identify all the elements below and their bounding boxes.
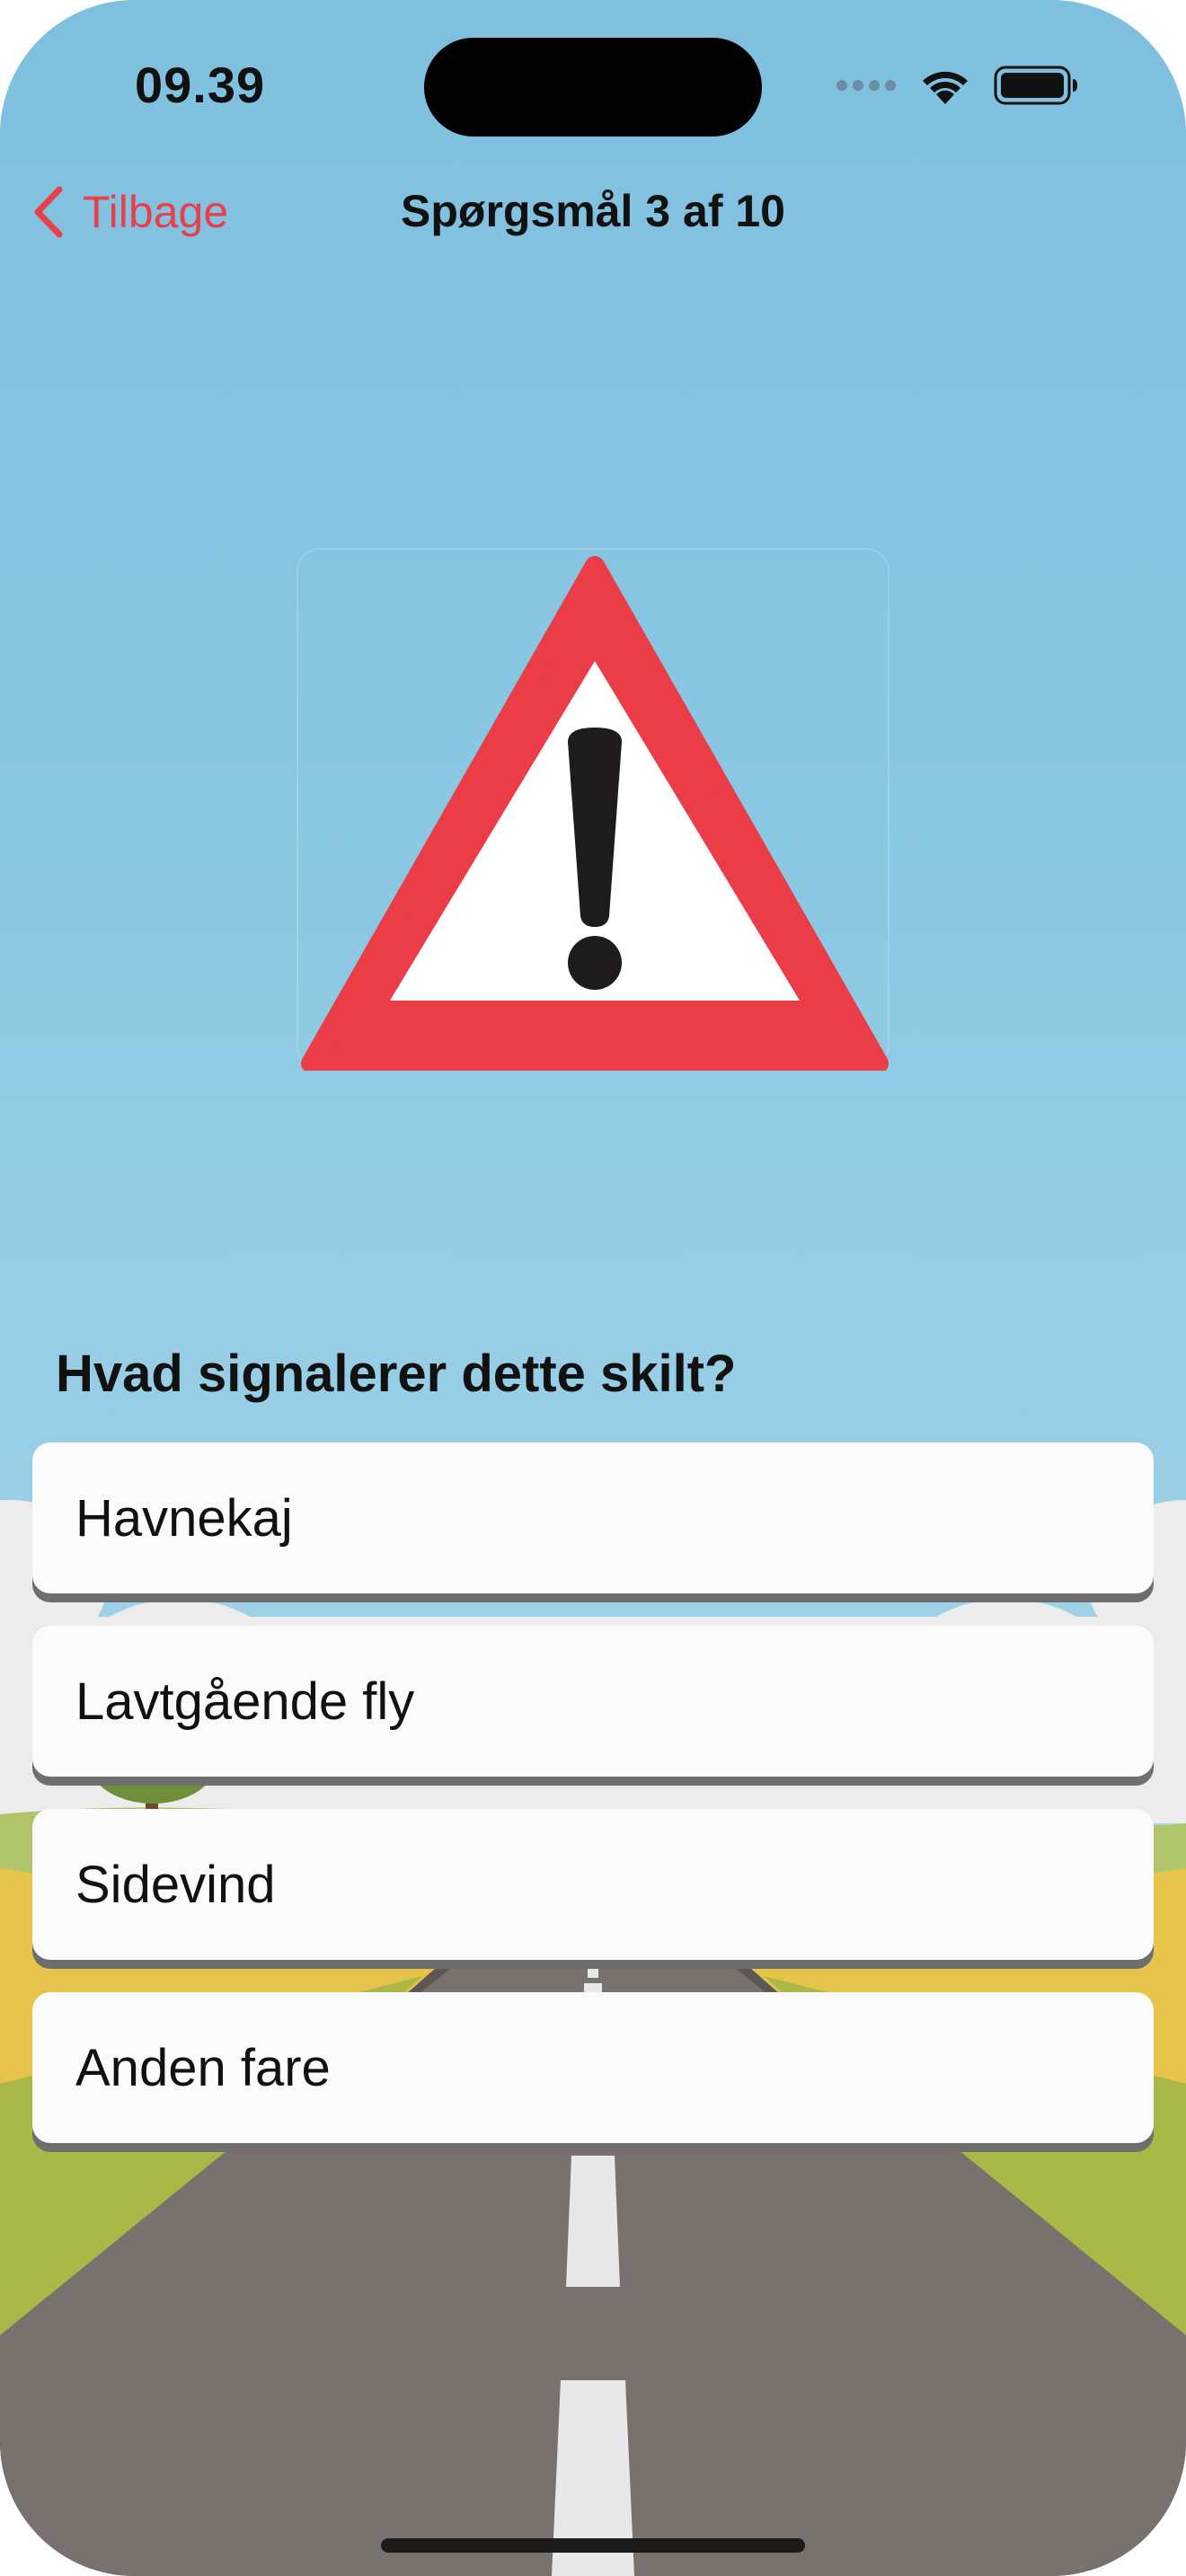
question-text: Hvad signalerer dette skilt? xyxy=(56,1345,737,1403)
dynamic-island xyxy=(424,38,762,137)
home-indicator[interactable] xyxy=(381,2538,805,2553)
road-landscape-background xyxy=(0,1500,1186,2576)
answer-list: Havnekaj Lavtgående fly Sidevind Anden f… xyxy=(32,1442,1154,2175)
question-progress-title: Spørgsmål 3 af 10 xyxy=(401,186,785,236)
wifi-icon xyxy=(918,65,972,110)
answer-option-4[interactable]: Anden fare xyxy=(32,1992,1154,2143)
answer-option-3[interactable]: Sidevind xyxy=(32,1809,1154,1960)
answer-option-2[interactable]: Lavtgående fly xyxy=(32,1626,1154,1777)
status-time: 09.39 xyxy=(135,57,266,113)
battery-icon xyxy=(994,66,1078,110)
status-icons xyxy=(836,65,1078,110)
warning-triangle-exclamation-icon xyxy=(301,556,889,1071)
cellular-dots-icon xyxy=(836,79,897,96)
road-sign-image xyxy=(296,548,890,1071)
answer-option-1[interactable]: Havnekaj xyxy=(32,1442,1154,1593)
quiz-screen: 09.39 Tilbage Spørgsmål 3 af 10 Hvad sig… xyxy=(0,0,1186,2576)
